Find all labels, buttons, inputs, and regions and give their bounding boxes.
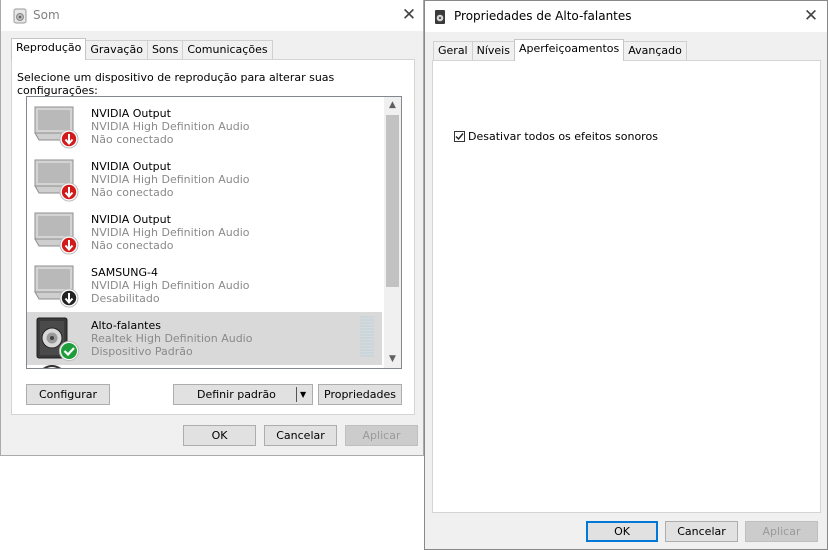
ok-button[interactable]: OK [183, 425, 256, 446]
device-driver: NVIDIA High Definition Audio [91, 226, 250, 239]
sound-title: Som [33, 8, 60, 22]
device-name: Alto-falantes [91, 319, 161, 332]
tab-gravacao[interactable]: Gravação [85, 40, 148, 59]
props-tabs: Geral Níveis Aperfeiçoamentos Avançado [433, 39, 687, 61]
device-status: Não conectado [91, 133, 174, 146]
list-item[interactable]: NVIDIA Output NVIDIA High Definition Aud… [27, 153, 382, 206]
cancel-button[interactable]: Cancelar [665, 521, 738, 542]
sound-close-button[interactable]: ✕ [398, 4, 420, 26]
properties-button[interactable]: Propriedades [318, 384, 402, 405]
tab-comunicacoes[interactable]: Comunicações [182, 40, 273, 59]
scroll-thumb[interactable] [386, 115, 399, 287]
device-driver: Realtek High Definition Audio [91, 332, 253, 345]
speaker-app-icon [435, 10, 445, 24]
monitor-icon [34, 106, 79, 149]
device-status: Não conectado [91, 186, 174, 199]
sound-dialog: Som ✕ Reprodução Gravação Sons Comunicaç… [0, 0, 424, 456]
headphone-icon [43, 365, 61, 368]
playback-instruction: Selecione um dispositivo de reprodução p… [17, 71, 335, 97]
set-default-label: Definir padrão [197, 388, 276, 401]
sound-app-icon [13, 8, 27, 24]
speaker-properties-dialog: Propriedades de Alto-falantes ✕ Geral Ní… [424, 0, 828, 550]
list-item[interactable] [27, 365, 382, 368]
tab-avancado[interactable]: Avançado [623, 41, 687, 60]
list-item[interactable]: NVIDIA Output NVIDIA High Definition Aud… [27, 206, 382, 259]
device-status: Desabilitado [91, 292, 160, 305]
list-item[interactable]: SAMSUNG-4 NVIDIA High Definition Audio D… [27, 259, 382, 312]
ok-button[interactable]: OK [586, 521, 658, 542]
chevron-down-icon[interactable]: ▼ [300, 385, 306, 404]
split-divider [296, 387, 297, 402]
monitor-icon [34, 159, 79, 202]
props-titlebar: Propriedades de Alto-falantes ✕ [425, 1, 827, 32]
tab-reproducao[interactable]: Reprodução [11, 38, 87, 60]
tab-sons[interactable]: Sons [146, 40, 184, 59]
check-badge-icon [61, 343, 77, 359]
volume-level-meter [360, 316, 374, 357]
tab-geral[interactable]: Geral [433, 41, 473, 60]
device-name: NVIDIA Output [91, 213, 171, 226]
sound-titlebar: Som ✕ [1, 0, 423, 31]
disable-effects-checkbox[interactable] [454, 131, 465, 142]
configure-button[interactable]: Configurar [26, 384, 110, 405]
playback-device-list[interactable]: NVIDIA Output NVIDIA High Definition Aud… [26, 96, 402, 369]
enhancements-panel: Desativar todos os efeitos sonoros [432, 60, 821, 513]
device-status: Não conectado [91, 239, 174, 252]
cancel-button[interactable]: Cancelar [264, 425, 337, 446]
props-close-button[interactable]: ✕ [800, 5, 822, 27]
monitor-icon [34, 212, 79, 255]
props-title: Propriedades de Alto-falantes [454, 9, 632, 23]
set-default-button[interactable]: Definir padrão ▼ [173, 384, 313, 405]
apply-button[interactable]: Aplicar [345, 425, 418, 446]
scroll-down-icon[interactable]: ▼ [384, 351, 401, 368]
scroll-up-icon[interactable]: ▲ [384, 97, 401, 114]
tab-aperfeicoamentos[interactable]: Aperfeiçoamentos [513, 39, 625, 61]
apply-button[interactable]: Aplicar [745, 521, 818, 542]
disable-effects-label[interactable]: Desativar todos os efeitos sonoros [468, 130, 658, 143]
sound-tabs: Reprodução Gravação Sons Comunicações [11, 38, 273, 60]
device-driver: NVIDIA High Definition Audio [91, 173, 250, 186]
device-name: SAMSUNG-4 [91, 266, 158, 279]
tab-niveis[interactable]: Níveis [471, 41, 515, 60]
monitor-icon [34, 265, 79, 308]
checkmark-icon [455, 133, 464, 141]
device-list-scrollbar[interactable]: ▲ ▼ [384, 97, 401, 368]
list-item[interactable]: NVIDIA Output NVIDIA High Definition Aud… [27, 100, 382, 153]
device-driver: NVIDIA High Definition Audio [91, 279, 250, 292]
device-name: NVIDIA Output [91, 160, 171, 173]
device-status: Dispositivo Padrão [91, 345, 193, 358]
speaker-icon [36, 317, 79, 361]
device-driver: NVIDIA High Definition Audio [91, 120, 250, 133]
device-name: NVIDIA Output [91, 107, 171, 120]
list-item-selected[interactable]: Alto-falantes Realtek High Definition Au… [27, 312, 382, 365]
